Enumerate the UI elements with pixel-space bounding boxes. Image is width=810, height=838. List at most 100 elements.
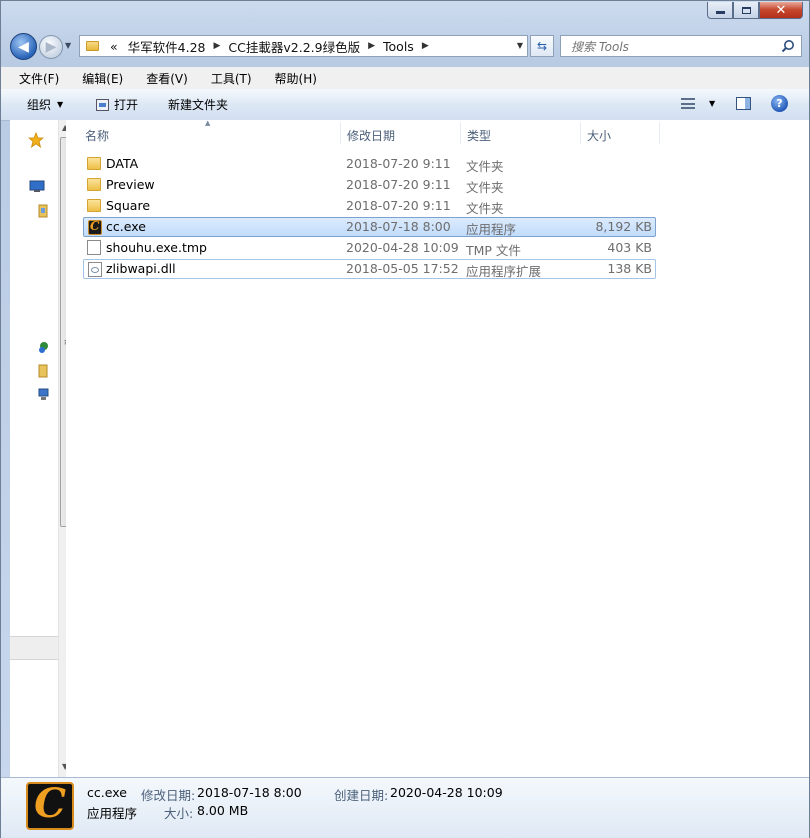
forward-arrow-icon: ▶ [45, 39, 57, 55]
menu-tools[interactable]: 工具(T) [193, 70, 257, 87]
explorer-window: ✕ ◀ ▶ ▼ « 华军软件4.28 ▶ CC挂載器v2.2.9绿色版 ▶ To… [0, 0, 810, 838]
search-input[interactable] [569, 37, 773, 57]
maximize-icon [741, 6, 751, 14]
file-row[interactable]: shouhu.exe.tmp 2020-04-28 10:09 TMP 文件 4… [83, 238, 656, 258]
breadcrumb-item[interactable]: 华军软件4.28 [123, 37, 211, 56]
column-header-date[interactable]: 修改日期 [347, 127, 395, 144]
chevron-down-icon: ▼ [709, 99, 716, 108]
detail-modified-label: 修改日期: [141, 788, 196, 803]
folder-icon [87, 157, 101, 170]
sort-ascending-icon: ▲ [205, 119, 211, 127]
file-size: 403 KB [607, 240, 652, 255]
forward-button[interactable]: ▶ [39, 35, 63, 59]
document-icon [87, 240, 101, 255]
file-date: 2018-07-20 9:11 [346, 198, 451, 213]
back-arrow-icon: ◀ [18, 38, 29, 55]
help-button[interactable]: ? [771, 95, 788, 112]
file-size: 138 KB [607, 261, 652, 276]
back-button[interactable]: ◀ [10, 33, 37, 60]
computer-icon[interactable] [38, 364, 48, 378]
address-history-dropdown[interactable]: ▼ [517, 41, 523, 50]
desktop-icon[interactable] [29, 180, 45, 193]
menu-bar: 文件(F) 编辑(E) 查看(V) 工具(T) 帮助(H) [1, 67, 809, 89]
chevron-right-icon[interactable]: ▶ [419, 41, 432, 51]
file-row-focused[interactable]: zlibwapi.dll 2018-05-05 17:52 应用程序扩展 138… [83, 259, 656, 279]
refresh-icon: ⇆ [536, 39, 548, 53]
homegroup-icon[interactable] [38, 341, 50, 355]
column-header-size[interactable]: 大小 [587, 127, 611, 144]
open-label: 打开 [114, 98, 139, 112]
preview-pane-button[interactable] [736, 97, 751, 110]
file-type: 文件夹 [466, 159, 504, 174]
window-controls: ✕ [707, 2, 803, 19]
detail-size-value: 8.00 MB [197, 803, 249, 818]
file-row-selected[interactable]: cc.exe 2018-07-18 8:00 应用程序 8,192 KB [83, 217, 656, 237]
file-row[interactable]: Preview 2018-07-20 9:11 文件夹 [83, 175, 656, 195]
maximize-button[interactable] [733, 2, 759, 19]
new-folder-button[interactable]: 新建文件夹 [168, 96, 228, 113]
column-header-name[interactable]: 名称 [85, 127, 109, 144]
folder-icon [86, 41, 99, 51]
file-size: 8,192 KB [595, 219, 652, 234]
folder-icon [87, 178, 101, 191]
app-icon-large: C [26, 782, 74, 830]
minimize-icon [715, 11, 725, 14]
refresh-button[interactable]: ⇆ [530, 35, 554, 57]
file-type: 文件夹 [466, 180, 504, 195]
file-name: shouhu.exe.tmp [106, 240, 207, 255]
file-type: 应用程序 [466, 222, 517, 237]
help-icon: ? [776, 97, 783, 110]
minimize-button[interactable] [707, 2, 733, 19]
menu-help[interactable]: 帮助(H) [257, 70, 322, 87]
open-button[interactable]: 打开 [96, 96, 138, 113]
file-list: ▲ 名称 修改日期 类型 大小 DATA 2018-07-20 9:11 文件夹… [66, 119, 809, 777]
menu-file[interactable]: 文件(F) [1, 70, 64, 87]
detail-modified-value: 2018-07-18 8:00 [197, 785, 302, 800]
view-list-icon [681, 98, 695, 109]
breadcrumb-item[interactable]: Tools [378, 39, 419, 54]
file-name: cc.exe [106, 219, 146, 234]
detail-file-name: cc.exe [87, 785, 127, 800]
breadcrumb-item[interactable]: CC挂載器v2.2.9绿色版 [223, 37, 365, 56]
breadcrumb-overflow[interactable]: « [105, 39, 123, 54]
file-row[interactable]: DATA 2018-07-20 9:11 文件夹 [83, 154, 656, 174]
file-date: 2018-07-18 8:00 [346, 219, 451, 234]
dll-icon [88, 262, 102, 277]
chevron-down-icon: ▼ [57, 100, 64, 109]
close-button[interactable]: ✕ [759, 2, 803, 19]
column-headers: ▲ 名称 修改日期 类型 大小 [66, 119, 809, 146]
file-row[interactable]: Square 2018-07-20 9:11 文件夹 [83, 196, 656, 216]
address-bar[interactable]: « 华军软件4.28 ▶ CC挂載器v2.2.9绿色版 ▶ Tools ▶ ▼ [79, 35, 528, 57]
open-icon [96, 98, 109, 111]
chevron-right-icon[interactable]: ▶ [365, 41, 378, 51]
detail-created-value: 2020-04-28 10:09 [390, 785, 503, 800]
organize-label: 组织 [27, 98, 52, 112]
menu-view[interactable]: 查看(V) [128, 70, 193, 87]
file-name: Square [106, 198, 151, 213]
new-folder-label: 新建文件夹 [168, 98, 229, 112]
favorites-star-icon[interactable] [28, 132, 44, 148]
file-type: 应用程序扩展 [466, 264, 542, 279]
folder-icon [87, 199, 101, 212]
close-icon: ✕ [775, 2, 787, 18]
file-date: 2020-04-28 10:09 [346, 240, 459, 255]
network-icon[interactable] [38, 387, 49, 401]
recent-pages-dropdown[interactable]: ▼ [65, 41, 71, 50]
file-name: Preview [106, 177, 155, 192]
menu-edit[interactable]: 编辑(E) [64, 70, 128, 87]
search-icon[interactable] [781, 39, 795, 53]
chevron-right-icon[interactable]: ▶ [211, 41, 224, 51]
detail-file-type: 应用程序 [87, 806, 138, 821]
navigation-separator [10, 636, 58, 660]
file-date: 2018-07-20 9:11 [346, 177, 451, 192]
organize-button[interactable]: 组织 ▼ [27, 96, 63, 113]
command-bar: 组织 ▼ 打开 新建文件夹 ▼ ? [1, 89, 809, 121]
detail-size-label: 大小: [164, 806, 194, 821]
detail-created-label: 创建日期: [334, 788, 389, 803]
file-name: zlibwapi.dll [106, 261, 176, 276]
navigation-pane: ▲ ≡ ▼ [10, 120, 74, 777]
libraries-icon[interactable] [38, 204, 48, 218]
change-view-button[interactable]: ▼ [681, 98, 715, 109]
column-header-type[interactable]: 类型 [467, 127, 491, 144]
search-box[interactable] [560, 35, 802, 57]
